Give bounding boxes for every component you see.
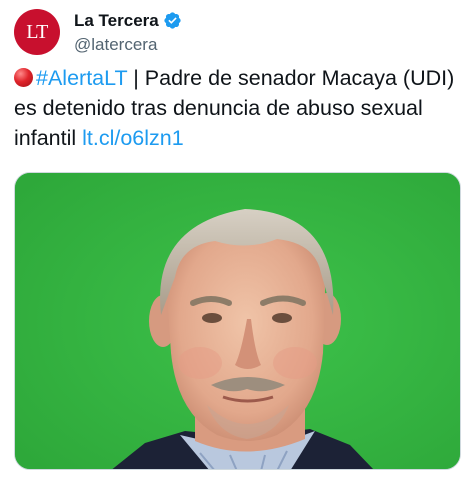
display-name[interactable]: La Tercera (74, 11, 159, 31)
author-info: La Tercera @latercera (74, 10, 182, 55)
article-link[interactable]: lt.cl/o6lzn1 (82, 126, 184, 150)
avatar-logo-text: LT (26, 20, 48, 43)
hashtag-link[interactable]: #AlertaLT (36, 66, 127, 90)
verified-badge-icon (163, 11, 182, 30)
red-circle-icon (14, 68, 33, 87)
display-name-row: La Tercera (74, 10, 182, 32)
profile-avatar[interactable]: LT (14, 9, 60, 55)
portrait-illustration (15, 173, 460, 469)
tweet-text: #AlertaLT | Padre de senador Macaya (UDI… (14, 63, 464, 153)
user-handle[interactable]: @latercera (74, 35, 182, 55)
tweet-photo[interactable] (14, 172, 461, 470)
tweet-header: LT La Tercera @latercera (14, 8, 182, 56)
